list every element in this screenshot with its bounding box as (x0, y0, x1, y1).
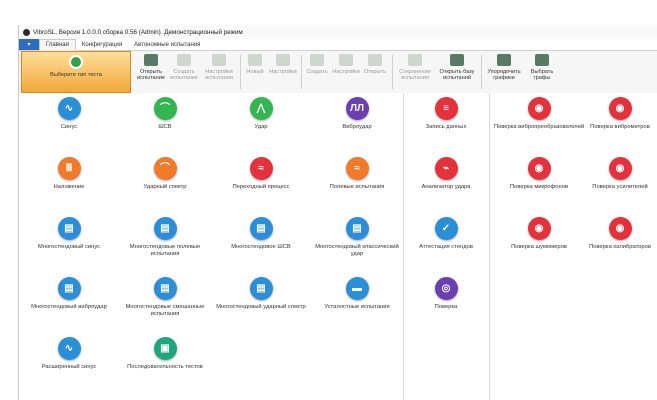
tile-shaker-certification[interactable]: ✓ Аттестация стендов (398, 213, 494, 273)
multi-shaker-icon: ▤ (249, 277, 273, 300)
graph-settings-icon (276, 54, 290, 66)
tile-shock-analyzer[interactable]: ⌁ Анализатор удара (398, 153, 494, 213)
tile-verify-calibrators[interactable]: ◉ Поверка калибраторов (572, 213, 657, 273)
tile-transient[interactable]: ≈ Переходный процесс (213, 153, 309, 213)
checklist-icon: ✓ (434, 217, 458, 240)
menu-bar: ▾ Главная Конфигурация Автономные испыта… (19, 39, 657, 51)
shock-pulse-icon: ⋀ (249, 97, 273, 120)
open-test-button[interactable]: Открыть испытание (136, 54, 166, 81)
graph-settings-button[interactable]: Настройки (269, 54, 297, 75)
open-report-button[interactable]: Открыть (362, 54, 388, 75)
create-test-icon (177, 54, 191, 66)
report-settings-button[interactable]: Настройки (332, 54, 360, 75)
window-title: VibroSL, Версия 1.0.0.0 сборка 0.56 (Adm… (33, 28, 243, 36)
test-type-icon (69, 55, 83, 69)
target-icon: ◎ (434, 277, 458, 300)
database-icon (450, 54, 464, 66)
tile-extended-sine[interactable]: ∿ Расширенный синус (21, 333, 117, 393)
settings-gear-icon (212, 54, 226, 66)
new-graph-icon (248, 54, 262, 66)
tile-shock-spectrum[interactable]: ⌒ Ударный спектр (117, 153, 213, 213)
sine-extended-icon: ∿ (57, 337, 81, 360)
tile-superposition[interactable]: Ⅲ Наложение (21, 153, 117, 213)
document-settings-icon (339, 54, 353, 66)
tile-fatigue-tests[interactable]: ▬ Усталостные испытания (309, 273, 405, 333)
tile-sine[interactable]: ∿ Синус (21, 93, 117, 153)
app-logo-icon (23, 28, 30, 36)
create-report-button[interactable]: Создать (304, 54, 330, 75)
multi-shaker-icon: ▤ (153, 217, 177, 240)
tile-vibroshock[interactable]: ЛЛ Виброудар (309, 93, 405, 153)
calibration-icon: ◉ (608, 217, 632, 240)
test-settings-button[interactable]: Настройки испытания (202, 54, 236, 81)
sine-wave-icon: ∿ (57, 97, 81, 120)
document-open-icon (368, 54, 382, 66)
calibration-icon: ◉ (608, 97, 632, 120)
tile-verify-amplifiers[interactable]: ◉ Поверка усилителей (572, 153, 657, 213)
open-test-database-button[interactable]: Открыть базу испытаний (437, 54, 477, 81)
tile-multi-shock-spectrum[interactable]: ▤ Многостендовый ударный спектр (213, 273, 309, 333)
tab-home[interactable]: Главная (39, 39, 76, 51)
heartbeat-icon: ⌁ (434, 157, 458, 180)
title-bar: VibroSL, Версия 1.0.0.0 сборка 0.56 (Adm… (19, 25, 657, 39)
open-test-icon (144, 54, 158, 66)
tile-random-vibration[interactable]: ⌒ ШСВ (117, 93, 213, 153)
create-test-button[interactable]: Создать испытание (169, 54, 199, 81)
random-vibration-icon: ⌒ (153, 97, 177, 120)
multi-shaker-icon: ▤ (345, 217, 369, 240)
database-save-icon (408, 54, 422, 66)
field-signal-icon: ≈ (345, 157, 369, 180)
ribbon-toolbar: Выберите тип теста Открыть испытание Соз… (19, 51, 657, 94)
bars-icon: Ⅲ (57, 157, 81, 180)
tab-configuration[interactable]: Конфигурация (76, 39, 128, 50)
save-test-button[interactable]: Сохранение испытания (395, 54, 435, 81)
tile-multi-vibroshock[interactable]: ▤ Многостендовый виброудар (21, 273, 117, 333)
curve-icon: ⌒ (153, 157, 177, 180)
sequence-icon: ▣ (153, 337, 177, 360)
select-test-type-button[interactable]: Выберите тип теста (21, 51, 131, 93)
data-record-icon: ≡ (434, 97, 458, 120)
tile-field-tests[interactable]: ≈ Полевые испытания (309, 153, 405, 213)
test-types-panel: ∿ Синус Ⅲ Наложение ▤ Многостендовый син… (19, 93, 657, 400)
ribbon-separator (481, 55, 482, 89)
document-create-icon (310, 54, 324, 66)
select-graphs-button[interactable]: Выбрать графы (526, 54, 558, 81)
calibration-icon: ◉ (608, 157, 632, 180)
file-menu-button[interactable]: ▾ (19, 39, 39, 50)
tab-autonomous-tests[interactable]: Автономные испытания (128, 39, 206, 50)
multi-shaker-icon: ▤ (153, 277, 177, 300)
new-graph-button[interactable]: Новый (243, 54, 267, 75)
select-graph-icon (535, 54, 549, 66)
fatigue-icon: ▬ (345, 277, 369, 300)
tile-verify-vibrometers[interactable]: ◉ Поверка виброметров (572, 93, 657, 153)
arrange-icon (497, 54, 511, 66)
ribbon-separator (240, 55, 241, 89)
tile-multi-field[interactable]: ▤ Многостендовые полевые испытания (117, 213, 213, 273)
ribbon-separator (301, 55, 302, 89)
multi-shaker-icon: ▤ (57, 277, 81, 300)
select-test-type-label: Выберите тип теста (50, 72, 102, 78)
calibration-icon: ◉ (527, 157, 551, 180)
transient-icon: ≈ (249, 157, 273, 180)
tile-data-recording[interactable]: ≡ Запись данных (398, 93, 494, 153)
repeated-shock-icon: ЛЛ (345, 97, 369, 120)
tile-multi-sine[interactable]: ▤ Многостендовый синус (21, 213, 117, 273)
tile-multi-mixed[interactable]: ▤ Многостендовые смешанные испытания (117, 273, 213, 333)
multi-shaker-icon: ▤ (249, 217, 273, 240)
tile-test-sequence[interactable]: ▣ Последовательность тестов (117, 333, 213, 393)
arrange-graphs-button[interactable]: Упорядочить графики (484, 54, 524, 81)
app-window: VibroSL, Версия 1.0.0.0 сборка 0.56 (Adm… (18, 25, 657, 400)
calibration-icon: ◉ (527, 97, 551, 120)
tile-verification[interactable]: ◎ Поверка (398, 273, 494, 333)
ribbon-separator (392, 55, 393, 89)
tile-shock[interactable]: ⋀ Удар (213, 93, 309, 153)
tile-multi-classic-shock[interactable]: ▤ Многостендовый классический удар (309, 213, 405, 273)
tile-multi-random[interactable]: ▤ Многостендовое ШСВ (213, 213, 309, 273)
calibration-icon: ◉ (527, 217, 551, 240)
multi-shaker-icon: ▤ (57, 217, 81, 240)
